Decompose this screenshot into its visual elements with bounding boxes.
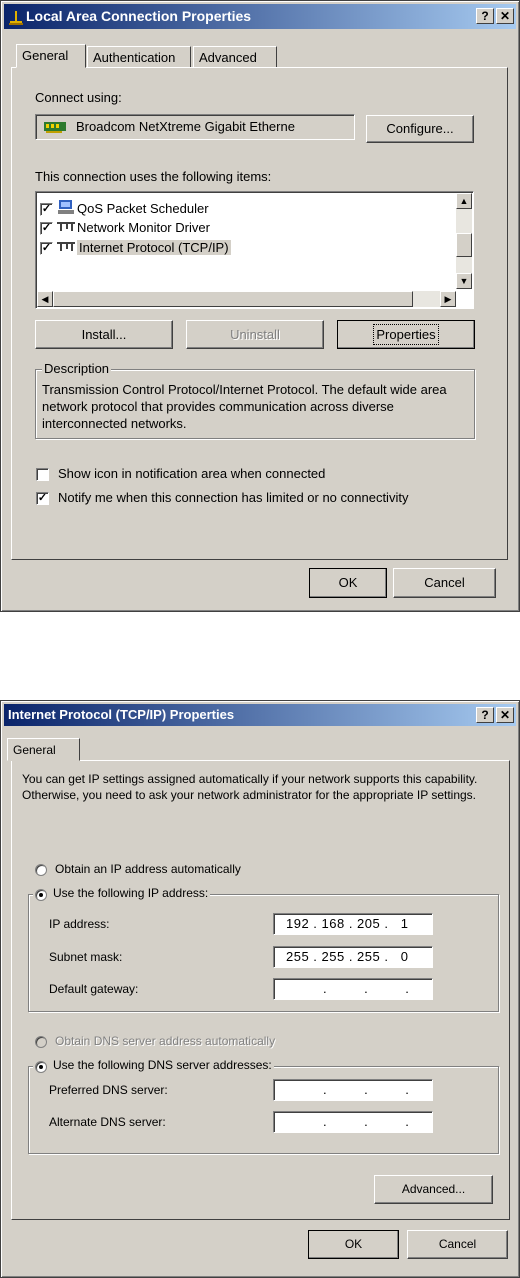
horizontal-scrollbar[interactable]: ◀ ▶: [37, 291, 456, 307]
title-bar[interactable]: Internet Protocol (TCP/IP) Properties ? …: [4, 704, 516, 726]
configure-button-label: Configure...: [386, 121, 454, 136]
scheduler-icon: [57, 199, 77, 220]
close-button[interactable]: ✕: [496, 8, 514, 24]
description-group: Description Transmission Control Protoco…: [35, 361, 475, 439]
show-icon-label: Show icon in notification area when conn…: [58, 466, 326, 481]
scroll-left-icon[interactable]: ◀: [37, 291, 53, 307]
list-item-tcpip[interactable]: ✓ Internet Protocol (TCP/IP): [40, 239, 231, 257]
protocol-icon: [57, 239, 77, 258]
subnet-mask-label: Subnet mask:: [49, 950, 123, 964]
tab-advanced[interactable]: Advanced: [193, 46, 277, 68]
tab-general[interactable]: General: [16, 44, 86, 68]
close-button[interactable]: ✕: [496, 707, 514, 723]
list-item-netmon[interactable]: ✓ Network Monitor Driver: [40, 219, 210, 237]
adapter-field: Broadcom NetXtreme Gigabit Etherne: [35, 114, 355, 140]
static-ip-group: Use the following IP address: IP address…: [28, 886, 499, 1012]
tab-general[interactable]: General: [7, 738, 80, 761]
alternate-dns-label: Alternate DNS server:: [49, 1115, 166, 1129]
use-ip-radio[interactable]: [35, 889, 47, 901]
item-label: Internet Protocol (TCP/IP): [77, 240, 231, 255]
protocol-icon: [57, 219, 77, 238]
item-checkbox[interactable]: ✓: [40, 203, 53, 216]
ok-button[interactable]: OK: [309, 568, 387, 598]
gateway-label: Default gateway:: [49, 982, 139, 996]
ip-address-field[interactable]: 192 . 168 . 205 . 1: [273, 913, 433, 935]
notify-label: Notify me when this connection has limit…: [58, 490, 409, 505]
use-ip-legend: Use the following IP address:: [33, 886, 211, 901]
connect-using-label: Connect using:: [35, 90, 122, 105]
window-title: Local Area Connection Properties: [26, 8, 252, 24]
configure-button[interactable]: Configure...: [366, 115, 474, 143]
obtain-ip-radio[interactable]: [35, 864, 47, 876]
use-ip-label: Use the following IP address:: [53, 886, 209, 900]
adapter-name: Broadcom NetXtreme Gigabit Etherne: [76, 119, 295, 134]
item-label: Network Monitor Driver: [77, 220, 210, 235]
install-button[interactable]: Install...: [35, 320, 173, 349]
help-button[interactable]: ?: [476, 707, 494, 723]
uninstall-button-label: Uninstall: [230, 327, 280, 342]
cancel-button-label: Cancel: [424, 575, 465, 590]
tab-authentication[interactable]: Authentication: [87, 46, 191, 68]
static-dns-group: Use the following DNS server addresses: …: [28, 1058, 499, 1154]
obtain-ip-label: Obtain an IP address automatically: [55, 862, 241, 876]
advanced-button[interactable]: Advanced...: [374, 1175, 493, 1204]
subnet-mask-field[interactable]: 255 . 255 . 255 . 0: [273, 946, 433, 968]
network-connection-icon: [8, 9, 24, 26]
intro-text: You can get IP settings assigned automat…: [22, 772, 478, 802]
properties-button-label: Properties: [373, 324, 439, 345]
uninstall-button[interactable]: Uninstall: [186, 320, 324, 349]
general-tab-panel: Connect using: Broadcom NetXtreme Gigabi…: [11, 67, 508, 560]
cancel-button[interactable]: Cancel: [407, 1230, 508, 1259]
general-tab-panel: You can get IP settings assigned automat…: [11, 760, 510, 1220]
items-list-label: This connection uses the following items…: [35, 169, 272, 184]
install-button-label: Install...: [81, 327, 127, 342]
preferred-dns-label: Preferred DNS server:: [49, 1083, 168, 1097]
title-bar[interactable]: Local Area Connection Properties ? ✕: [4, 4, 516, 29]
scroll-down-icon[interactable]: ▼: [456, 273, 472, 289]
use-dns-label: Use the following DNS server addresses:: [53, 1058, 272, 1072]
network-adapter-icon: [44, 120, 66, 137]
list-item-qos[interactable]: ✓ QoS Packet Scheduler: [40, 199, 209, 217]
scroll-up-icon[interactable]: ▲: [456, 193, 472, 209]
item-label: QoS Packet Scheduler: [77, 200, 209, 216]
ok-button-label: OK: [344, 1237, 363, 1251]
use-dns-legend: Use the following DNS server addresses:: [33, 1058, 274, 1073]
preferred-dns-field[interactable]: . . .: [273, 1079, 433, 1101]
alternate-dns-field[interactable]: . . .: [273, 1111, 433, 1133]
cancel-button-label: Cancel: [438, 1237, 477, 1251]
obtain-dns-label: Obtain DNS server address automatically: [55, 1034, 276, 1048]
item-checkbox[interactable]: ✓: [40, 242, 53, 256]
h-scroll-thumb[interactable]: [53, 291, 413, 307]
advanced-button-label: Advanced...: [401, 1182, 466, 1196]
ip-address-label: IP address:: [49, 917, 110, 931]
ok-button[interactable]: OK: [308, 1230, 399, 1259]
tcpip-properties-dialog: Internet Protocol (TCP/IP) Properties ? …: [0, 700, 520, 1278]
scroll-right-icon[interactable]: ▶: [440, 291, 456, 307]
use-dns-radio[interactable]: [35, 1061, 47, 1073]
show-icon-checkbox[interactable]: [36, 468, 49, 481]
item-checkbox[interactable]: ✓: [40, 222, 53, 236]
items-list[interactable]: ✓ QoS Packet Scheduler ✓ Network Monitor D…: [35, 191, 474, 309]
notify-checkbox[interactable]: ✓: [36, 492, 49, 505]
gateway-field[interactable]: . . .: [273, 978, 433, 1000]
properties-button[interactable]: Properties: [337, 320, 475, 349]
description-text: Transmission Control Protocol/Internet P…: [42, 382, 447, 431]
scroll-thumb[interactable]: [456, 233, 472, 257]
help-button[interactable]: ?: [476, 8, 494, 24]
description-legend: Description: [42, 361, 112, 376]
obtain-dns-radio[interactable]: [35, 1036, 47, 1048]
window-title: Internet Protocol (TCP/IP) Properties: [8, 707, 235, 722]
ok-button-label: OK: [338, 575, 358, 590]
cancel-button[interactable]: Cancel: [393, 568, 496, 598]
vertical-scrollbar[interactable]: ▲ ▼: [456, 193, 472, 289]
lan-properties-dialog: Local Area Connection Properties ? ✕ Gen…: [0, 0, 520, 612]
